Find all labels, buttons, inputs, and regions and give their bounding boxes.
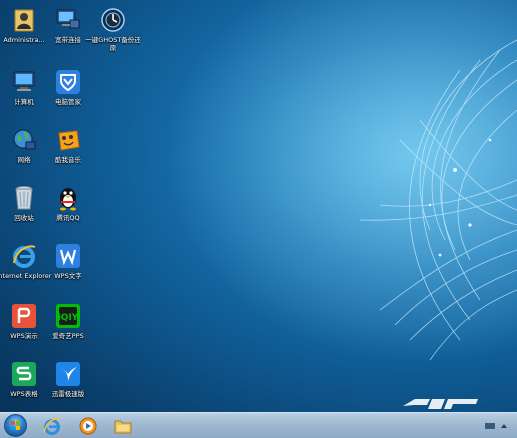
icon-label: 计算机 [14,98,34,106]
desktop-icon-kuwo-music[interactable]: 酷我音乐 [40,126,96,164]
recycle-bin-icon [10,184,38,212]
icon-label: 爱奇艺PPS [52,332,84,340]
media-player-icon [79,417,97,435]
icon-label: 迅雷极速版 [51,390,85,398]
pc-manager-shield-icon [54,68,82,96]
wps-presentation-icon [10,302,38,330]
file-explorer-icon [114,420,132,434]
desktop-icon-qq[interactable]: 腾讯QQ [40,184,96,222]
desktop: Administra... 计算机 网络 回收站 Internet Explor… [0,0,517,438]
xunlei-icon [54,360,82,388]
iqiyi-pps-icon: iQIY [54,302,82,330]
internet-explorer-icon [43,417,61,435]
start-button[interactable] [4,414,27,437]
icon-label: WPS表格 [10,390,38,398]
icon-label: 一键GHOST备份还原 [85,36,141,52]
windows-logo-icon [11,421,20,430]
icon-label: WPS演示 [10,332,38,340]
taskbar-internet-explorer[interactable] [42,416,62,436]
icon-label: 宽带连接 [55,36,81,44]
network-icon [10,126,38,154]
taskbar-file-explorer[interactable] [113,416,133,436]
icon-label: 电脑管家 [55,98,81,106]
icon-label: 腾讯QQ [56,214,80,222]
svg-text:iQIY: iQIY [58,313,79,323]
icon-label: WPS文字 [54,272,82,280]
icon-label: 网络 [17,156,31,164]
onekey-ghost-icon [99,6,127,34]
icon-label: Administra... [3,36,45,44]
kuwo-music-icon [54,126,82,154]
wps-spreadsheet-icon [10,360,38,388]
qq-penguin-icon [54,184,82,212]
keyboard-icon[interactable] [485,423,495,429]
icon-label: 回收站 [14,214,34,222]
internet-explorer-icon [10,242,38,270]
desktop-icon-wps-writer[interactable]: WPS文字 [40,242,96,280]
desktop-icon-pc-manager[interactable]: 电脑管家 [40,68,96,106]
computer-icon [10,68,38,96]
desktop-icon-iqiyi[interactable]: iQIY 爱奇艺PPS [40,302,96,340]
system-tray [477,413,517,438]
taskbar [0,412,517,438]
wps-writer-icon [54,242,82,270]
broadband-connection-icon [54,6,82,34]
show-hidden-icons-icon[interactable] [501,424,507,428]
desktop-icon-xunlei[interactable]: 迅雷极速版 [40,360,96,398]
user-folder-icon [10,6,38,34]
icon-label: 酷我音乐 [55,156,81,164]
taskbar-media-player[interactable] [78,416,98,436]
desktop-icon-onekey-ghost[interactable]: 一键GHOST备份还原 [85,6,141,52]
